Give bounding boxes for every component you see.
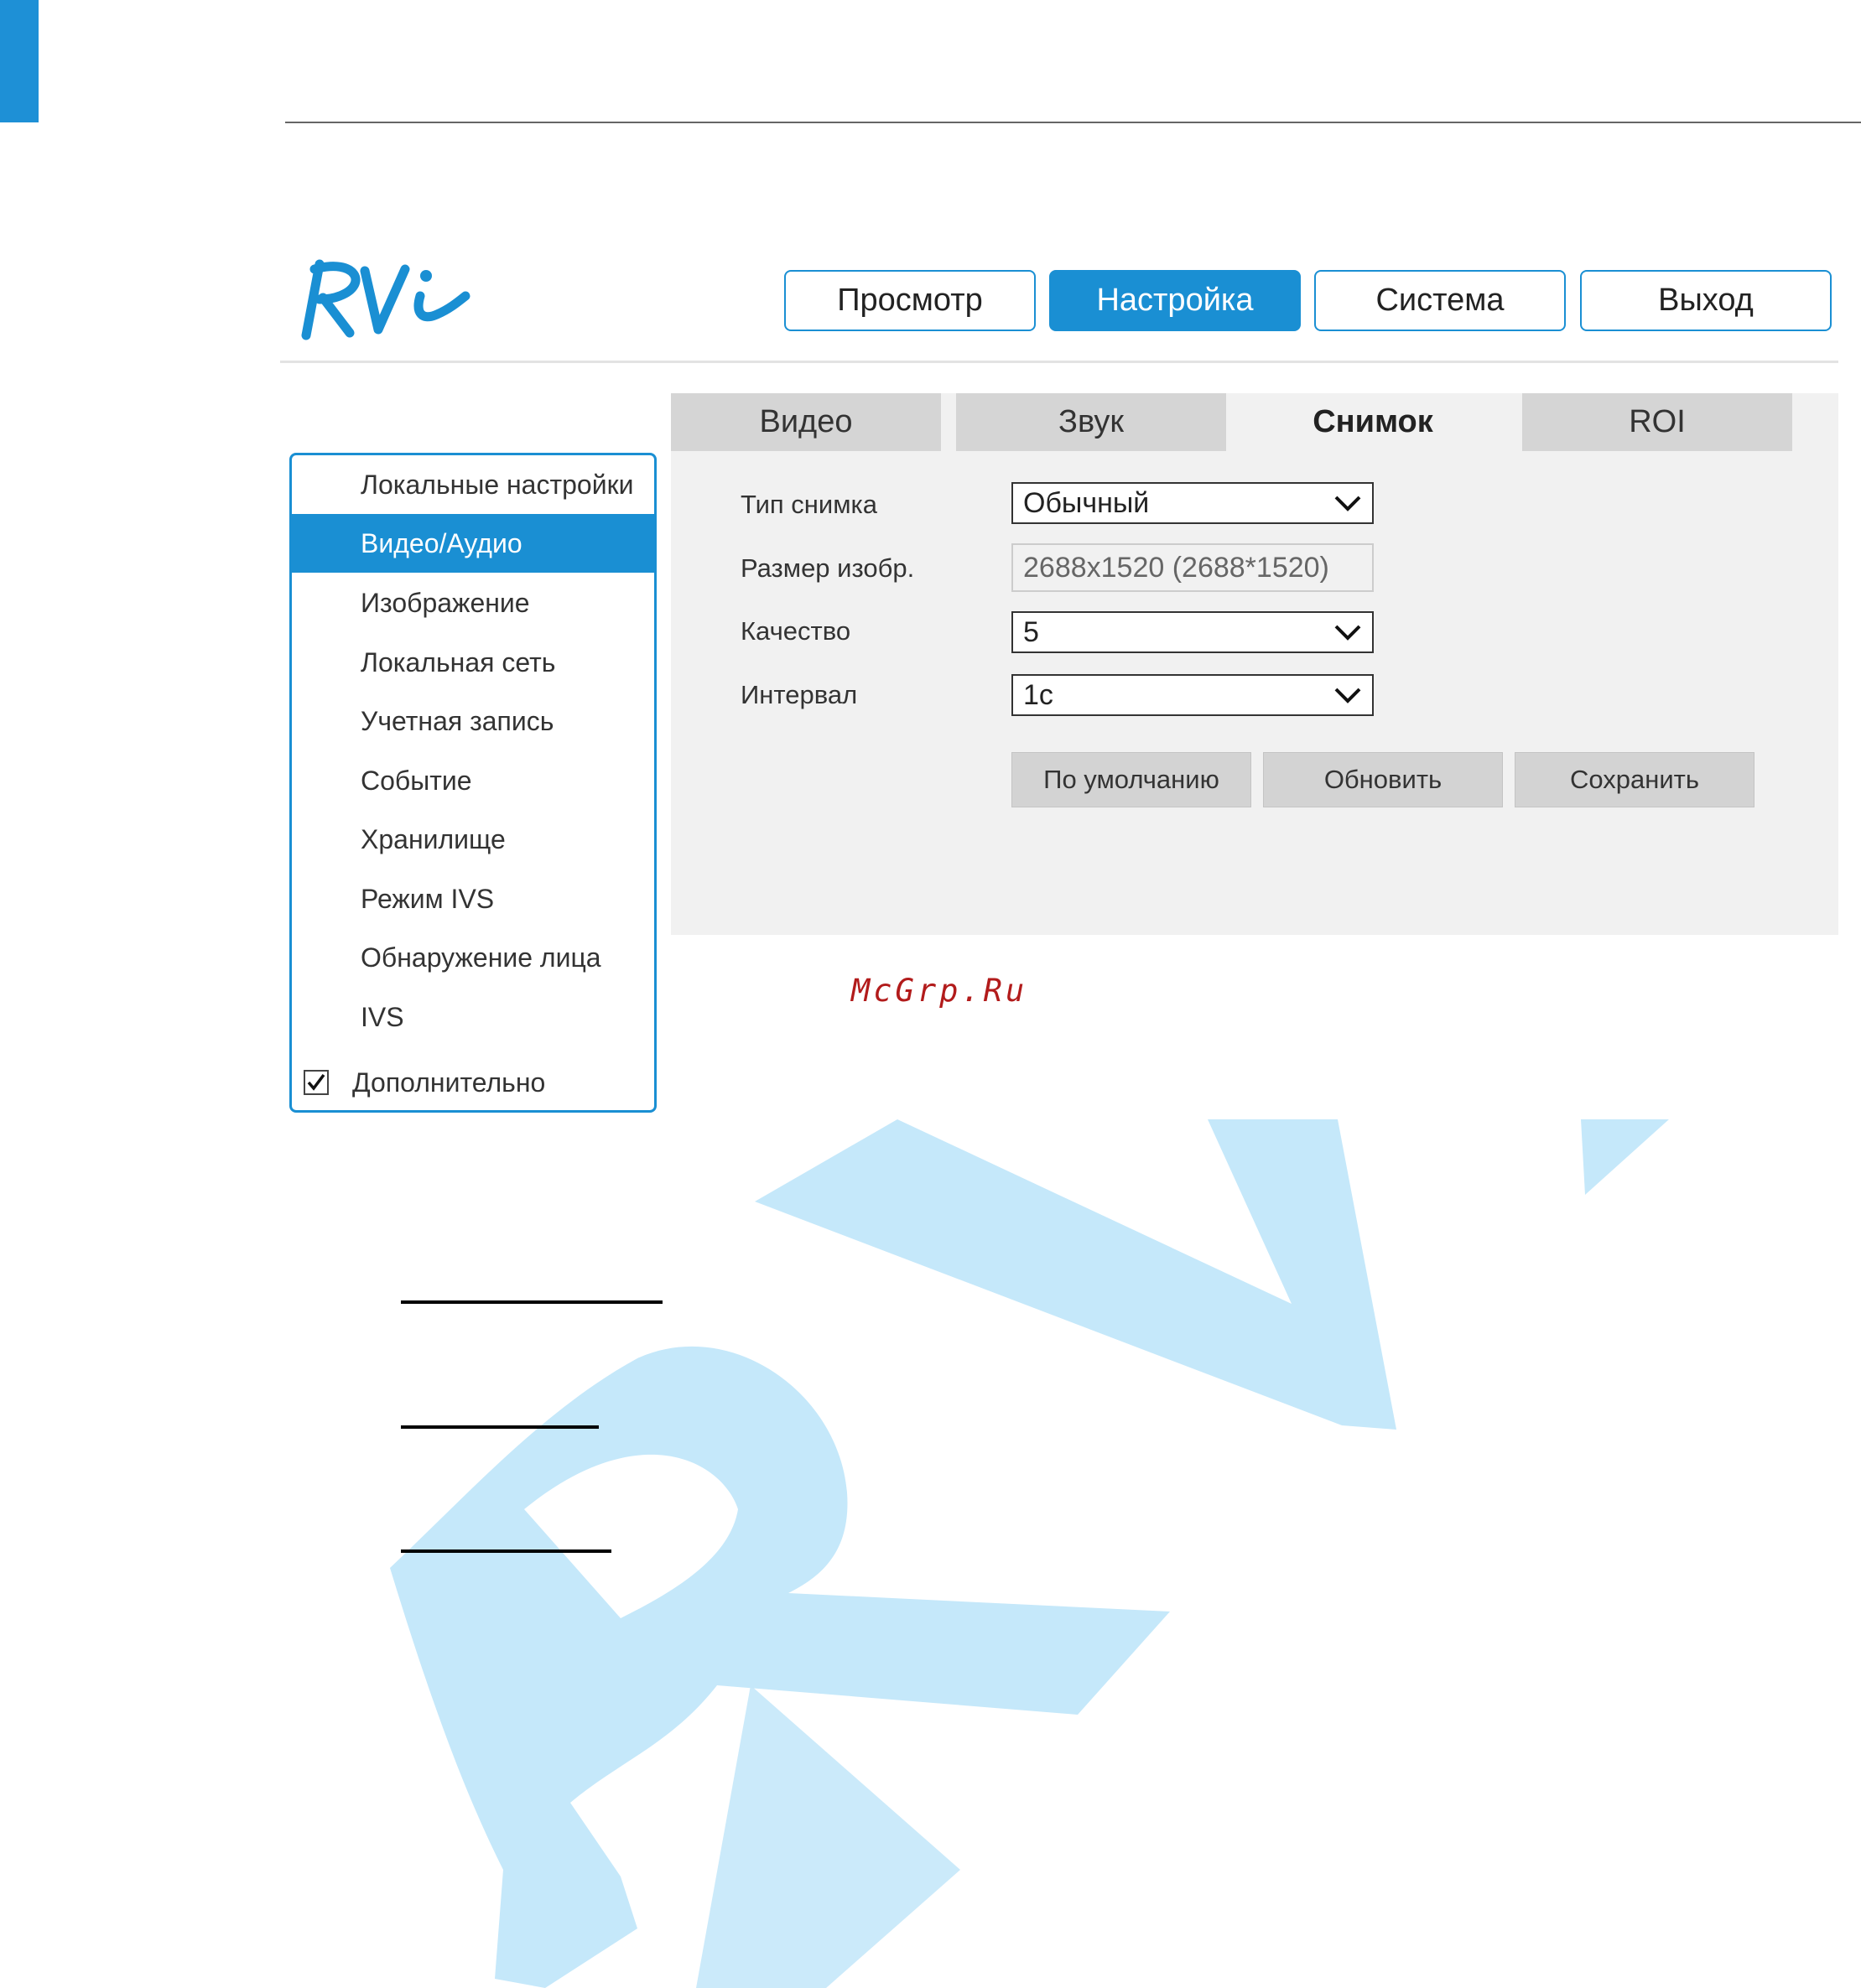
checkmark-icon [307, 1073, 325, 1091]
interval-label: Интервал [741, 680, 858, 709]
chevron-down-icon [1334, 625, 1361, 641]
header-divider [280, 361, 1838, 363]
quality-select[interactable]: 5 [1011, 611, 1374, 653]
snapshot-type-value: Обычный [1023, 486, 1150, 519]
sidebar-advanced-row: Дополнительно [292, 1053, 654, 1110]
sidebar-item-image[interactable]: Изображение [292, 574, 654, 632]
refresh-button[interactable]: Обновить [1263, 752, 1503, 807]
settings-sidebar: Локальные настройки Видео/Аудио Изображе… [289, 453, 657, 1113]
quality-label: Качество [741, 616, 851, 646]
quality-value: 5 [1023, 615, 1039, 648]
default-button[interactable]: По умолчанию [1011, 752, 1251, 807]
sidebar-item-account[interactable]: Учетная запись [292, 692, 654, 750]
blank-line-1 [401, 1300, 663, 1304]
interval-value: 1с [1023, 678, 1053, 711]
settings-panel: Видео Звук Снимок ROI Тип снимка Обычный… [671, 393, 1838, 935]
sidebar-item-face-detection[interactable]: Обнаружение лица [292, 928, 654, 987]
interval-select[interactable]: 1с [1011, 674, 1374, 716]
sidebar-item-local-settings[interactable]: Локальные настройки [292, 455, 654, 514]
image-size-label: Размер изобр. [741, 553, 915, 583]
page-top-rule [285, 122, 1861, 123]
chevron-down-icon [1334, 688, 1361, 703]
image-size-field: 2688x1520 (2688*1520) [1011, 543, 1374, 592]
tab-snapshot[interactable]: Снимок [1238, 393, 1508, 451]
snapshot-type-label: Тип снимка [741, 490, 878, 519]
sidebar-item-video-audio[interactable]: Видео/Аудио [292, 514, 654, 573]
rvi-logo [301, 259, 470, 340]
corner-accent-bar [0, 0, 39, 122]
sidebar-item-ivs[interactable]: IVS [292, 988, 654, 1046]
sidebar-item-network[interactable]: Локальная сеть [292, 633, 654, 692]
save-button[interactable]: Сохранить [1515, 752, 1754, 807]
tab-roi[interactable]: ROI [1522, 393, 1792, 451]
sidebar-item-ivs-mode[interactable]: Режим IVS [292, 869, 654, 928]
nav-logout-button[interactable]: Выход [1580, 270, 1832, 331]
snapshot-type-select[interactable]: Обычный [1011, 482, 1374, 524]
site-watermark-text: McGrp.Ru [851, 973, 1028, 1009]
blank-line-3 [401, 1549, 611, 1553]
advanced-checkbox[interactable] [304, 1070, 329, 1095]
sidebar-item-event[interactable]: Событие [292, 751, 654, 810]
nav-view-button[interactable]: Просмотр [784, 270, 1036, 331]
tab-video[interactable]: Видео [671, 393, 941, 451]
chevron-down-icon [1334, 496, 1361, 511]
advanced-label: Дополнительно [352, 1067, 546, 1098]
sidebar-item-storage[interactable]: Хранилище [292, 810, 654, 869]
nav-system-button[interactable]: Система [1314, 270, 1566, 331]
tab-audio[interactable]: Звук [956, 393, 1226, 451]
blank-line-2 [401, 1425, 599, 1429]
nav-settings-button[interactable]: Настройка [1049, 270, 1301, 331]
